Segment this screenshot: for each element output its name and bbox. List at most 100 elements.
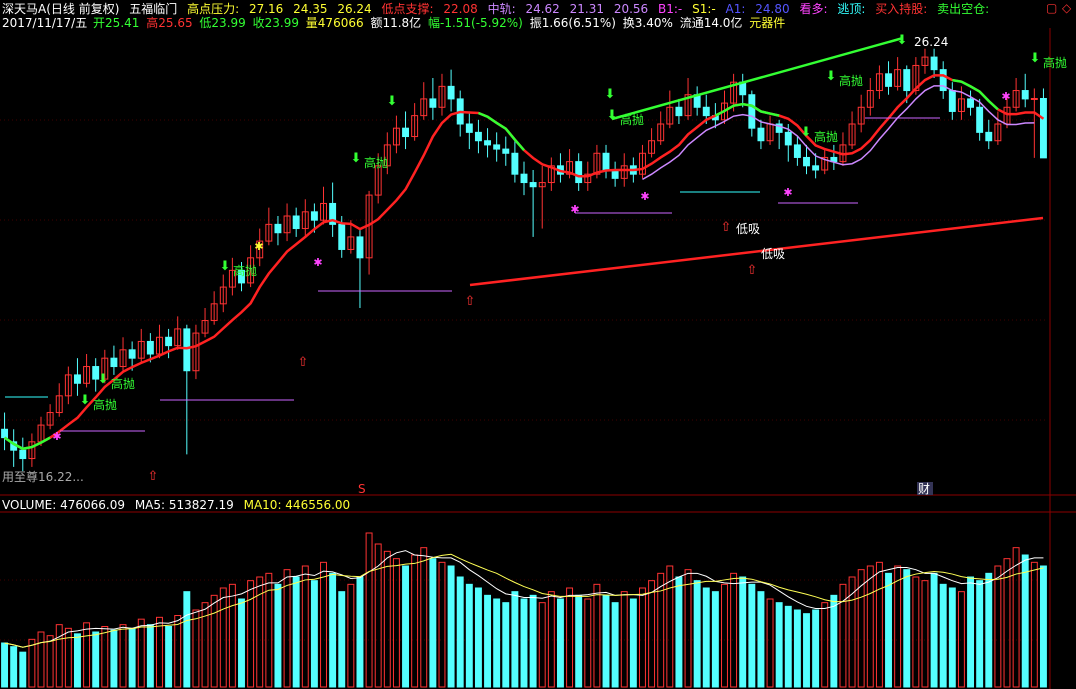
volume-bar <box>474 587 482 688</box>
volume-bar <box>556 598 564 688</box>
volume-bar <box>383 550 391 688</box>
candle-body <box>465 123 473 133</box>
volume-bar <box>675 576 683 688</box>
high-sell-label: 高抛 <box>839 73 863 88</box>
volume-bar <box>1030 561 1038 688</box>
volume-bar <box>948 587 956 688</box>
candle-body <box>474 131 482 142</box>
signal-cross-marker: ✱ <box>783 186 792 199</box>
volume-bar <box>985 572 993 688</box>
volume-bar <box>803 613 810 688</box>
volume-bar <box>547 591 555 688</box>
volume-bar <box>721 583 728 688</box>
volume-bar <box>529 594 537 688</box>
bottom-price-label: 用至尊16.22... <box>2 469 84 484</box>
sell-arrow-icon: ⬇ <box>897 33 908 48</box>
sell-arrow-icon: ⬇ <box>1030 51 1041 66</box>
candle-body <box>803 156 810 167</box>
volume-bar <box>684 569 692 688</box>
volume-bar <box>183 591 191 688</box>
volume-bar <box>584 598 592 688</box>
volume-bar <box>602 594 610 688</box>
volume-bar <box>19 651 27 688</box>
volume-bar <box>648 580 656 688</box>
volume-bar <box>693 580 701 688</box>
candle-body <box>292 215 300 230</box>
volume-bar <box>502 602 510 688</box>
sell-arrow-icon: ⬇ <box>220 259 231 274</box>
volume-bar <box>711 591 719 688</box>
volume-bar <box>885 572 892 688</box>
candle-body <box>128 349 136 359</box>
volume-bar <box>192 609 200 688</box>
buy-arrow-icon: ⇧ <box>721 220 732 235</box>
volume-bar <box>365 532 373 688</box>
volume-bar <box>793 609 801 688</box>
volume-bar <box>775 602 783 688</box>
volume-bar <box>292 576 300 688</box>
sell-arrow-icon: ⬇ <box>826 69 837 84</box>
candle-body <box>146 340 154 355</box>
volume-bar <box>766 598 774 688</box>
mid-rail-line <box>642 85 1035 181</box>
volume-bar <box>46 635 54 688</box>
volume-bar <box>538 602 546 688</box>
volume-bar <box>274 583 282 688</box>
volume-bar <box>976 580 984 688</box>
candle-body <box>976 106 984 133</box>
candle-body <box>429 98 437 108</box>
volume-bar <box>137 618 145 688</box>
candle-body <box>110 357 118 368</box>
volume-bar <box>420 547 428 688</box>
candle-body <box>19 449 27 460</box>
candle-body <box>602 152 610 171</box>
volume-bar <box>456 576 464 688</box>
volume-bar <box>320 561 327 688</box>
volume-bar <box>757 591 765 688</box>
candle-body <box>493 144 501 150</box>
candle-body <box>484 140 492 146</box>
volume-bar <box>511 591 519 688</box>
volume-bar <box>347 583 355 688</box>
volume-bar <box>639 587 646 688</box>
volume-bar <box>447 565 455 688</box>
candle-body <box>356 236 364 259</box>
volume-bar <box>812 609 820 688</box>
candle-body <box>183 328 191 372</box>
buy-arrow-icon: ⇧ <box>298 355 309 370</box>
candle-body <box>402 127 409 138</box>
candle-body <box>511 152 519 175</box>
volume-bar <box>101 626 109 688</box>
low-buy-label: 低吸 <box>736 222 760 236</box>
volume-bar <box>165 626 173 688</box>
high-sell-label: 高抛 <box>364 155 388 170</box>
volume-bar <box>55 624 63 688</box>
high-sell-label: 高抛 <box>1043 55 1067 70</box>
sell-arrow-icon: ⬇ <box>80 393 91 408</box>
volume-bar <box>1021 554 1029 688</box>
volume-bar <box>967 576 975 688</box>
candle-body <box>930 56 938 71</box>
candle-body <box>812 165 820 171</box>
volume-bar <box>620 591 628 688</box>
candle-body <box>903 69 911 92</box>
volume-bar <box>283 569 291 688</box>
volume-bar <box>392 558 400 688</box>
volume-bar <box>247 580 255 688</box>
candle-body <box>675 106 683 117</box>
candle-body <box>1 428 9 439</box>
volume-bar <box>821 602 829 688</box>
price-volume-chart[interactable]: ⬇ 高抛⬇ 高抛⬇ 高抛⬇ 高抛⬇ 高抛⬇ 高抛⬇ 高抛⬇ 高抛⬇ ⬇⬇⇧⇧⇧⇧⇧低吸低吸26.2… <box>0 0 1076 689</box>
volume-bar <box>156 616 163 688</box>
volume-bar <box>748 583 756 688</box>
volume-bar <box>238 598 245 688</box>
volume-bar <box>356 576 364 688</box>
candle-body <box>1030 97 1038 100</box>
candle-body <box>502 148 510 154</box>
candle-body <box>1039 97 1047 159</box>
sell-arrow-icon: ⬇ <box>387 94 398 109</box>
low-buy-label: 低吸 <box>761 247 785 261</box>
volume-bar <box>912 576 920 688</box>
candle-body <box>529 182 537 188</box>
sell-arrow-icon: ⬇ <box>351 151 362 166</box>
